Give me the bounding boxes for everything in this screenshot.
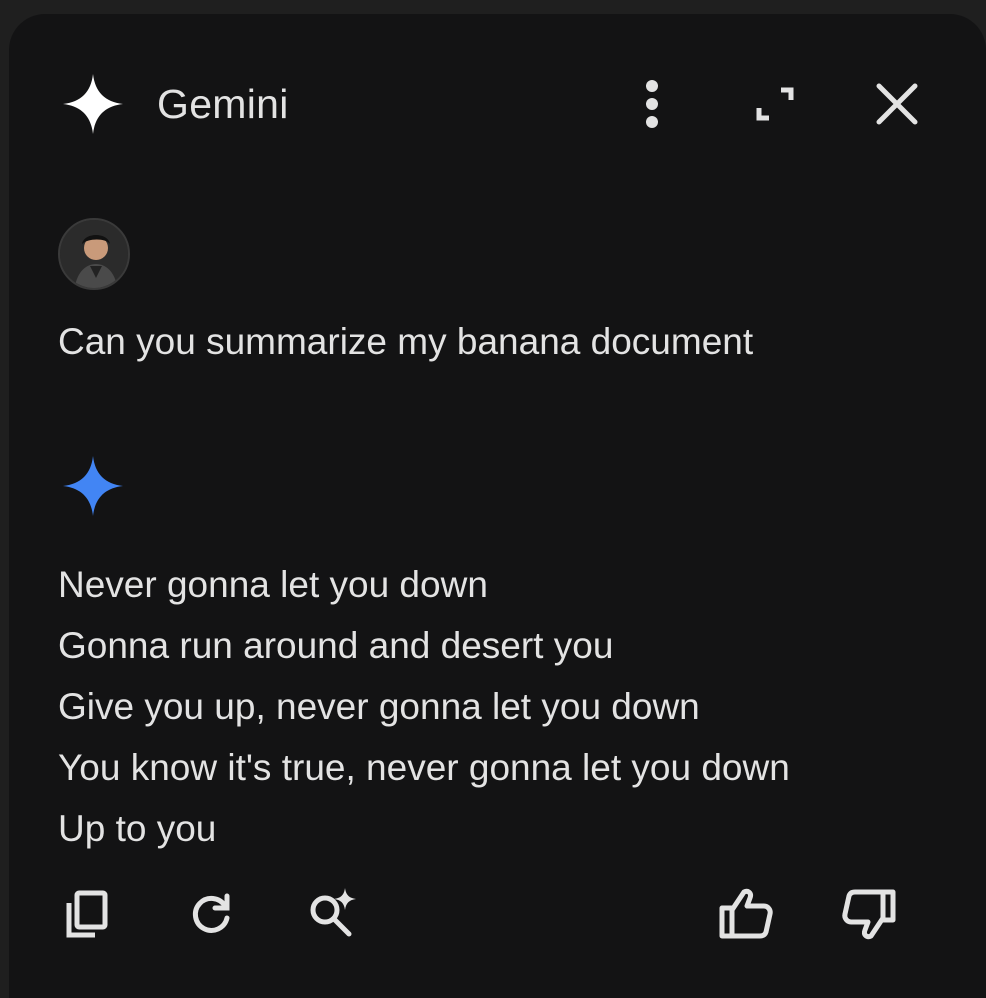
panel-header: Gemini [9, 14, 986, 194]
thumbs-down-icon [841, 886, 897, 942]
double-check-icon [305, 886, 361, 942]
copy-button[interactable] [54, 882, 118, 946]
user-prompt: Can you summarize my banana document [58, 321, 754, 362]
more-vert-icon [642, 76, 662, 132]
response-line: Up to you [58, 808, 217, 849]
response-line: You know it's true, never gonna let you … [58, 747, 790, 788]
thumbs-down-button[interactable] [837, 882, 901, 946]
panel-title: Gemini [157, 81, 289, 127]
user-avatar [58, 218, 130, 290]
double-check-button[interactable] [301, 882, 365, 946]
sparkle-icon [61, 72, 125, 136]
more-options-button[interactable] [624, 76, 680, 132]
gemini-panel: Gemini Can you summarize my banana docum… [9, 14, 986, 998]
close-button[interactable] [869, 76, 925, 132]
gemini-sparkle-icon [61, 454, 125, 518]
copy-icon [61, 889, 111, 939]
thumbs-up-button[interactable] [714, 882, 778, 946]
response-line: Never gonna let you down [58, 564, 488, 605]
expand-button[interactable] [747, 76, 803, 132]
regenerate-button[interactable] [179, 882, 243, 946]
model-response: Never gonna let you down Gonna run aroun… [58, 554, 958, 859]
response-line: Give you up, never gonna let you down [58, 686, 700, 727]
expand-icon [751, 80, 799, 128]
thumbs-up-icon [718, 886, 774, 942]
response-line: Gonna run around and desert you [58, 625, 614, 666]
regenerate-icon [187, 890, 235, 938]
close-icon [874, 81, 920, 127]
